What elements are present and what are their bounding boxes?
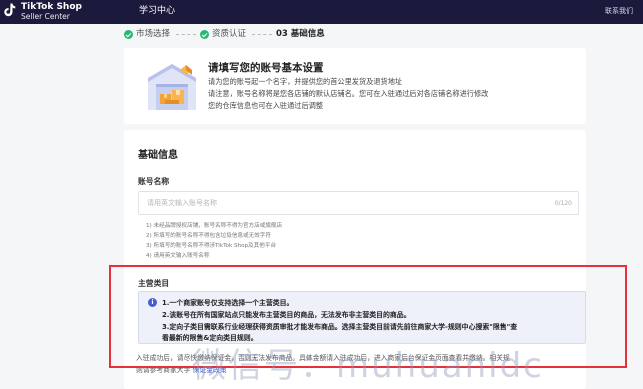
warehouse-illustration-icon <box>148 64 196 110</box>
section-title: 基础信息 <box>138 150 178 161</box>
name-rule: 1) 未经品牌授权店铺，账号名称不得为官方店或旗舰店 <box>146 223 283 229</box>
account-name-input[interactable] <box>147 197 527 209</box>
step-divider <box>176 34 196 35</box>
tiktok-icon <box>4 3 16 17</box>
brand-line-1: TikTok Shop <box>21 2 82 12</box>
top-navigation-bar: TikTok Shop Seller Center 学习中心 联系我们 <box>0 0 643 24</box>
step-market-selection[interactable]: 市场选择 <box>136 27 170 41</box>
step-qualification[interactable]: 资质认证 <box>212 27 246 41</box>
check-circle-icon <box>200 30 209 39</box>
intro-title: 请填写您的账号基本设置 <box>208 62 324 74</box>
intro-line: 您的仓库信息也可在入驻通过后调整 <box>208 101 324 110</box>
intro-line: 请为您的账号起一个名字，并提供您的首公里发货及退货地址 <box>208 77 403 86</box>
account-name-field[interactable]: 0/120 <box>138 191 579 215</box>
step-basic-info: 03 基础信息 <box>276 29 325 39</box>
watermark: 微信号：muhuanidc <box>192 346 544 386</box>
intro-card: 请填写您的账号基本设置 请为您的账号起一个名字，并提供您的首公里发货及退货地址 … <box>124 48 586 124</box>
tiktok-shop-logo[interactable]: TikTok Shop Seller Center <box>4 2 114 22</box>
step-divider <box>252 34 272 35</box>
name-rule: 2) 所填写的账号名称不得包含垃圾信息或无效字符 <box>146 233 271 239</box>
account-name-label: 账号名称 <box>138 177 170 186</box>
contact-us-link[interactable]: 联系我们 <box>605 6 633 16</box>
brand-line-2: Seller Center <box>21 12 70 21</box>
intro-line: 请注意，账号名称将是您各店铺的默认店铺名。您可在入驻通过后对各店铺名称进行修改 <box>208 89 489 98</box>
name-rule: 4) 请用英文输入账号名称 <box>146 253 210 259</box>
name-rule: 3) 所填写的账号名称不得涉TikTok Shop及其他平台 <box>146 243 277 249</box>
check-circle-icon <box>124 30 133 39</box>
learning-center-link[interactable]: 学习中心 <box>139 5 175 17</box>
character-counter: 0/120 <box>554 200 572 207</box>
